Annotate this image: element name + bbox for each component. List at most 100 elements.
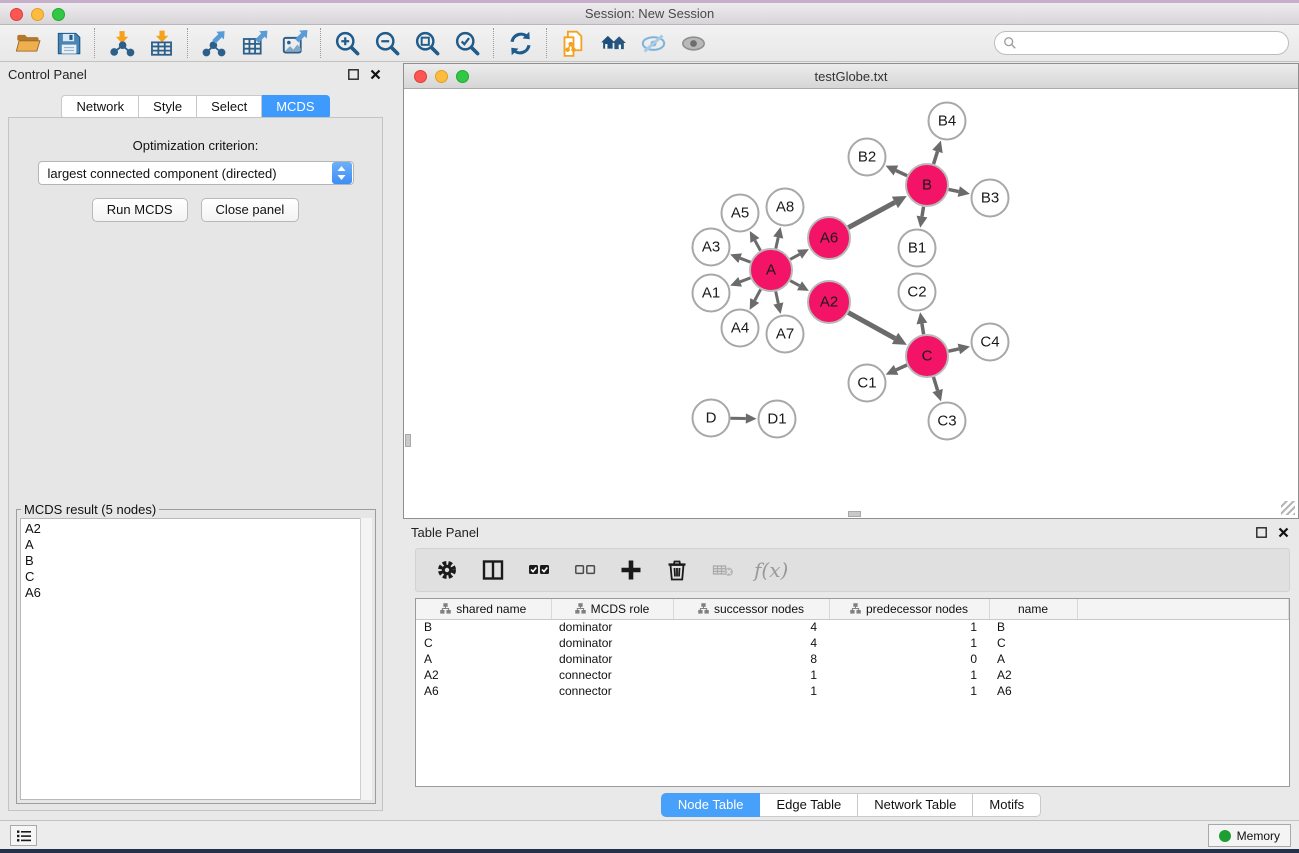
table-row[interactable]: A6connector11A6 bbox=[416, 683, 1289, 699]
node-C2[interactable]: C2 bbox=[899, 274, 936, 311]
mcds-result-list[interactable]: A2ABCA6 bbox=[20, 518, 372, 800]
cell-name[interactable]: A2 bbox=[989, 667, 1077, 683]
node-B2[interactable]: B2 bbox=[849, 139, 886, 176]
edge-A-A1[interactable] bbox=[740, 278, 750, 282]
node-A1[interactable]: A1 bbox=[693, 275, 730, 312]
node-C3[interactable]: C3 bbox=[929, 403, 966, 440]
result-list-scrollbar[interactable] bbox=[360, 518, 372, 800]
cell-successor-nodes[interactable]: 4 bbox=[673, 619, 829, 635]
edge-A-A2[interactable] bbox=[790, 281, 799, 286]
node-B[interactable]: B bbox=[906, 164, 948, 206]
vertical-scroll-thumb[interactable] bbox=[405, 434, 411, 447]
table-row[interactable]: Bdominator41B bbox=[416, 619, 1289, 635]
node-D1[interactable]: D1 bbox=[759, 401, 796, 438]
result-item[interactable]: B bbox=[25, 553, 371, 569]
cell-name[interactable]: C bbox=[989, 635, 1077, 651]
result-item[interactable]: A bbox=[25, 537, 371, 553]
cell-name[interactable]: A6 bbox=[989, 683, 1077, 699]
memory-button[interactable]: Memory bbox=[1208, 824, 1291, 847]
task-history-button[interactable] bbox=[10, 825, 37, 846]
cell-shared-name[interactable]: A2 bbox=[416, 667, 551, 683]
cell-MCDS-role[interactable]: dominator bbox=[551, 619, 673, 635]
tab-mcds[interactable]: MCDS bbox=[262, 95, 329, 119]
edge-B-B4[interactable] bbox=[934, 151, 938, 164]
tab-network-table[interactable]: Network Table bbox=[858, 793, 973, 817]
cell-MCDS-role[interactable]: dominator bbox=[551, 635, 673, 651]
edge-A-A6[interactable] bbox=[790, 254, 799, 259]
resize-grip-icon[interactable] bbox=[1281, 501, 1295, 515]
zoom-in-icon[interactable] bbox=[327, 27, 367, 59]
tab-style[interactable]: Style bbox=[139, 95, 197, 119]
network-close-button[interactable] bbox=[414, 70, 427, 83]
cell-successor-nodes[interactable]: 4 bbox=[673, 635, 829, 651]
edge-B-B2[interactable] bbox=[896, 170, 907, 175]
table-row[interactable]: Adominator80A bbox=[416, 651, 1289, 667]
node-C[interactable]: C bbox=[906, 335, 948, 377]
cell-shared-name[interactable]: B bbox=[416, 619, 551, 635]
cell-predecessor-nodes[interactable]: 1 bbox=[829, 683, 989, 699]
close-window-button[interactable] bbox=[10, 8, 23, 21]
column-header-successor-nodes[interactable]: successor nodes bbox=[673, 599, 829, 619]
table-row[interactable]: Cdominator41C bbox=[416, 635, 1289, 651]
cell-successor-nodes[interactable]: 1 bbox=[673, 667, 829, 683]
float-panel-icon[interactable] bbox=[346, 67, 361, 82]
deselect-all-icon[interactable] bbox=[566, 552, 604, 588]
edge-A-A4[interactable] bbox=[755, 289, 761, 300]
tab-edge-table[interactable]: Edge Table bbox=[760, 793, 858, 817]
node-B1[interactable]: B1 bbox=[899, 230, 936, 267]
column-header-name[interactable]: name bbox=[989, 599, 1077, 619]
cell-predecessor-nodes[interactable]: 1 bbox=[829, 635, 989, 651]
network-zoom-button[interactable] bbox=[456, 70, 469, 83]
node-A7[interactable]: A7 bbox=[767, 316, 804, 353]
tab-select[interactable]: Select bbox=[197, 95, 262, 119]
result-item[interactable]: A2 bbox=[25, 521, 371, 537]
edge-B-B3[interactable] bbox=[949, 189, 959, 191]
import-table-icon[interactable] bbox=[141, 27, 181, 59]
cell-predecessor-nodes[interactable]: 0 bbox=[829, 651, 989, 667]
run-mcds-button[interactable]: Run MCDS bbox=[92, 198, 188, 222]
close-panel-button[interactable]: Close panel bbox=[201, 198, 300, 222]
column-header-predecessor-nodes[interactable]: predecessor nodes bbox=[829, 599, 989, 619]
edge-A2-C[interactable] bbox=[848, 313, 895, 339]
table-close-panel-icon[interactable] bbox=[1276, 525, 1291, 540]
network-graph[interactable]: B4B2BB3A5A8A6A3B1AA1C2A2A4A7C4CC1DD1C3 bbox=[405, 90, 1299, 519]
zoom-selected-icon[interactable] bbox=[447, 27, 487, 59]
network-file-icon[interactable] bbox=[553, 27, 593, 59]
close-panel-icon[interactable] bbox=[368, 67, 383, 82]
node-A8[interactable]: A8 bbox=[767, 189, 804, 226]
export-image-icon[interactable] bbox=[274, 27, 314, 59]
tab-motifs[interactable]: Motifs bbox=[973, 793, 1041, 817]
function-builder-icon[interactable]: f(x) bbox=[750, 558, 788, 582]
refresh-icon[interactable] bbox=[500, 27, 540, 59]
node-D[interactable]: D bbox=[693, 400, 730, 437]
tab-node-table[interactable]: Node Table bbox=[661, 793, 761, 817]
split-columns-icon[interactable] bbox=[474, 552, 512, 588]
zoom-window-button[interactable] bbox=[52, 8, 65, 21]
node-C1[interactable]: C1 bbox=[849, 365, 886, 402]
edge-C-C1[interactable] bbox=[896, 365, 907, 370]
result-item[interactable]: A6 bbox=[25, 585, 371, 601]
edge-A-A3[interactable] bbox=[740, 258, 750, 262]
cell-shared-name[interactable]: A6 bbox=[416, 683, 551, 699]
edge-C-C2[interactable] bbox=[922, 324, 924, 335]
import-network-icon[interactable] bbox=[101, 27, 141, 59]
edge-C-C4[interactable] bbox=[948, 349, 958, 351]
home-icon[interactable] bbox=[593, 27, 633, 59]
node-A5[interactable]: A5 bbox=[722, 195, 759, 232]
delete-column-icon[interactable] bbox=[658, 552, 696, 588]
cell-name[interactable]: A bbox=[989, 651, 1077, 667]
open-file-icon[interactable] bbox=[8, 27, 48, 59]
search-input[interactable] bbox=[1017, 36, 1288, 50]
table-row[interactable]: A2connector11A2 bbox=[416, 667, 1289, 683]
table-float-panel-icon[interactable] bbox=[1254, 525, 1269, 540]
minimize-window-button[interactable] bbox=[31, 8, 44, 21]
hide-selected-icon[interactable] bbox=[633, 27, 673, 59]
node-A3[interactable]: A3 bbox=[693, 229, 730, 266]
edge-A-A8[interactable] bbox=[776, 237, 778, 248]
delete-table-icon[interactable] bbox=[704, 552, 742, 588]
cell-successor-nodes[interactable]: 8 bbox=[673, 651, 829, 667]
cell-shared-name[interactable]: A bbox=[416, 651, 551, 667]
search-field[interactable] bbox=[994, 31, 1289, 55]
zoom-fit-icon[interactable] bbox=[407, 27, 447, 59]
export-network-icon[interactable] bbox=[194, 27, 234, 59]
